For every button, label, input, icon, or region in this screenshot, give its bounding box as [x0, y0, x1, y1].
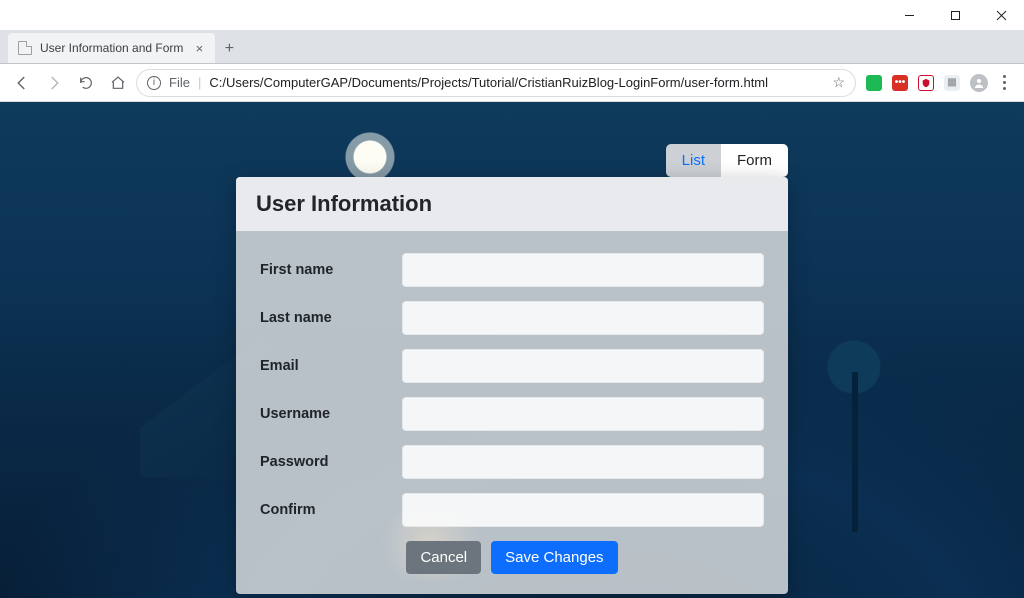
input-first-name[interactable] — [402, 253, 764, 287]
url-separator: | — [198, 75, 201, 90]
label-last-name: Last name — [260, 310, 402, 326]
save-button[interactable]: Save Changes — [491, 541, 617, 574]
extension-icon-grey[interactable]: ▦ — [944, 75, 960, 91]
extension-icon-red[interactable]: ••• — [892, 75, 908, 91]
address-bar[interactable]: i File | C:/Users/ComputerGAP/Documents/… — [136, 69, 856, 97]
bookmark-star-icon[interactable]: ☆ — [832, 74, 845, 91]
card-title: User Information — [256, 191, 768, 217]
window-minimize-button[interactable] — [886, 0, 932, 30]
browser-tab-strip: User Information and Form × + — [0, 30, 1024, 64]
profile-avatar[interactable] — [970, 74, 988, 92]
card-header: User Information — [236, 177, 788, 231]
home-button[interactable] — [104, 69, 132, 97]
nav-pill-form[interactable]: Form — [721, 144, 788, 177]
input-password[interactable] — [402, 445, 764, 479]
input-last-name[interactable] — [402, 301, 764, 335]
form-row-username: Username — [260, 397, 764, 431]
input-confirm[interactable] — [402, 493, 764, 527]
label-username: Username — [260, 406, 402, 422]
cancel-button[interactable]: Cancel — [406, 541, 481, 574]
view-switch-nav: List Form — [236, 144, 788, 177]
tab-title: User Information and Form — [40, 41, 183, 55]
label-email: Email — [260, 358, 402, 374]
url-scheme-label: File — [169, 75, 190, 90]
extension-icon-green[interactable] — [866, 75, 882, 91]
form-button-row: Cancel Save Changes — [260, 541, 764, 574]
reload-button[interactable] — [72, 69, 100, 97]
page-icon — [18, 41, 32, 55]
form-row-last-name: Last name — [260, 301, 764, 335]
forward-button[interactable] — [40, 69, 68, 97]
form-row-password: Password — [260, 445, 764, 479]
nav-pill-list[interactable]: List — [666, 144, 721, 177]
form-row-confirm: Confirm — [260, 493, 764, 527]
browser-menu-button[interactable] — [992, 75, 1016, 90]
window-maximize-button[interactable] — [932, 0, 978, 30]
input-email[interactable] — [402, 349, 764, 383]
browser-toolbar: i File | C:/Users/ComputerGAP/Documents/… — [0, 64, 1024, 102]
form-row-email: Email — [260, 349, 764, 383]
extension-icons: ••• ▦ — [860, 75, 966, 91]
form-row-first-name: First name — [260, 253, 764, 287]
extension-icon-mcafee[interactable] — [918, 75, 934, 91]
site-info-icon[interactable]: i — [147, 76, 161, 90]
user-info-card: User Information First name Last name Em… — [236, 177, 788, 594]
new-tab-button[interactable]: + — [215, 35, 243, 63]
back-button[interactable] — [8, 69, 36, 97]
label-password: Password — [260, 454, 402, 470]
card-body: First name Last name Email Username Pass… — [236, 231, 788, 594]
browser-tab-active[interactable]: User Information and Form × — [8, 33, 215, 63]
page-viewport: List Form User Information First name La… — [0, 102, 1024, 598]
window-close-button[interactable] — [978, 0, 1024, 30]
window-titlebar — [0, 0, 1024, 30]
label-first-name: First name — [260, 262, 402, 278]
tab-close-button[interactable]: × — [191, 40, 207, 56]
background-decoration — [852, 372, 858, 532]
input-username[interactable] — [402, 397, 764, 431]
label-confirm: Confirm — [260, 502, 402, 518]
url-text: C:/Users/ComputerGAP/Documents/Projects/… — [209, 75, 824, 90]
